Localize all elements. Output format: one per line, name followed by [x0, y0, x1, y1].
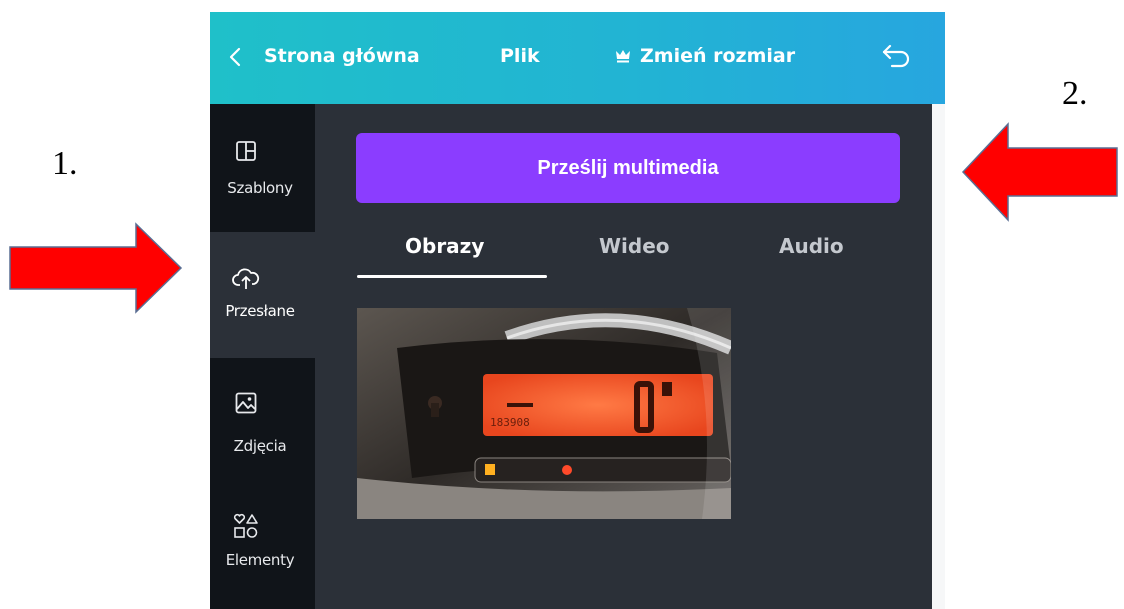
upload-media-button[interactable]: Prześlij multimedia: [356, 133, 900, 203]
sidebar-item-label: Elementy: [225, 551, 295, 569]
editor-window: Strona główna Plik Zmień rozmiar Szablon…: [210, 12, 945, 609]
top-bar: Strona główna Plik Zmień rozmiar: [210, 12, 945, 104]
sidebar-item-label: Zdjęcia: [233, 437, 287, 455]
uploaded-image-thumbnail[interactable]: 183908: [357, 308, 731, 519]
uploads-panel: Prześlij multimedia Obrazy Wideo Audio 1…: [315, 104, 945, 609]
sidebar-item-templates[interactable]: Szablony: [210, 104, 315, 232]
back-home-label: Strona główna: [264, 45, 420, 67]
annotation-label-2: 2.: [1062, 75, 1088, 112]
tab-images[interactable]: Obrazy: [405, 234, 484, 258]
undo-icon: [882, 44, 910, 68]
odometer-reading: 183908: [490, 416, 530, 429]
chevron-left-icon: [229, 47, 241, 67]
undo-button[interactable]: [882, 44, 912, 68]
shapes-icon: [233, 513, 258, 538]
sidebar-item-label: Przesłane: [225, 302, 295, 320]
layout-icon: [236, 141, 256, 161]
annotation-label-1: 1.: [52, 145, 78, 182]
sidebar-item-photos[interactable]: Zdjęcia: [210, 358, 315, 484]
red-arrow-right: [9, 222, 183, 314]
dashboard-photo: 183908: [357, 308, 731, 519]
canvas-edge: [932, 104, 945, 609]
sidebar-item-label: Szablony: [227, 179, 293, 197]
sidebar-item-uploads[interactable]: Przesłane: [210, 232, 315, 358]
sidebar-item-elements[interactable]: Elementy: [210, 484, 315, 609]
image-icon: [235, 392, 257, 414]
cloud-upload-icon: [232, 268, 260, 289]
file-menu-button[interactable]: Plik: [500, 42, 540, 70]
sidebar: Szablony Przesłane Zdjęcia Elementy: [210, 104, 315, 609]
file-menu-label: Plik: [500, 45, 540, 67]
active-tab-indicator: [357, 275, 547, 278]
red-arrow-left: [961, 122, 1118, 222]
tab-audio[interactable]: Audio: [779, 234, 844, 258]
resize-label: Zmień rozmiar: [640, 45, 796, 67]
tab-video[interactable]: Wideo: [599, 234, 670, 258]
crown-icon: [616, 50, 630, 63]
